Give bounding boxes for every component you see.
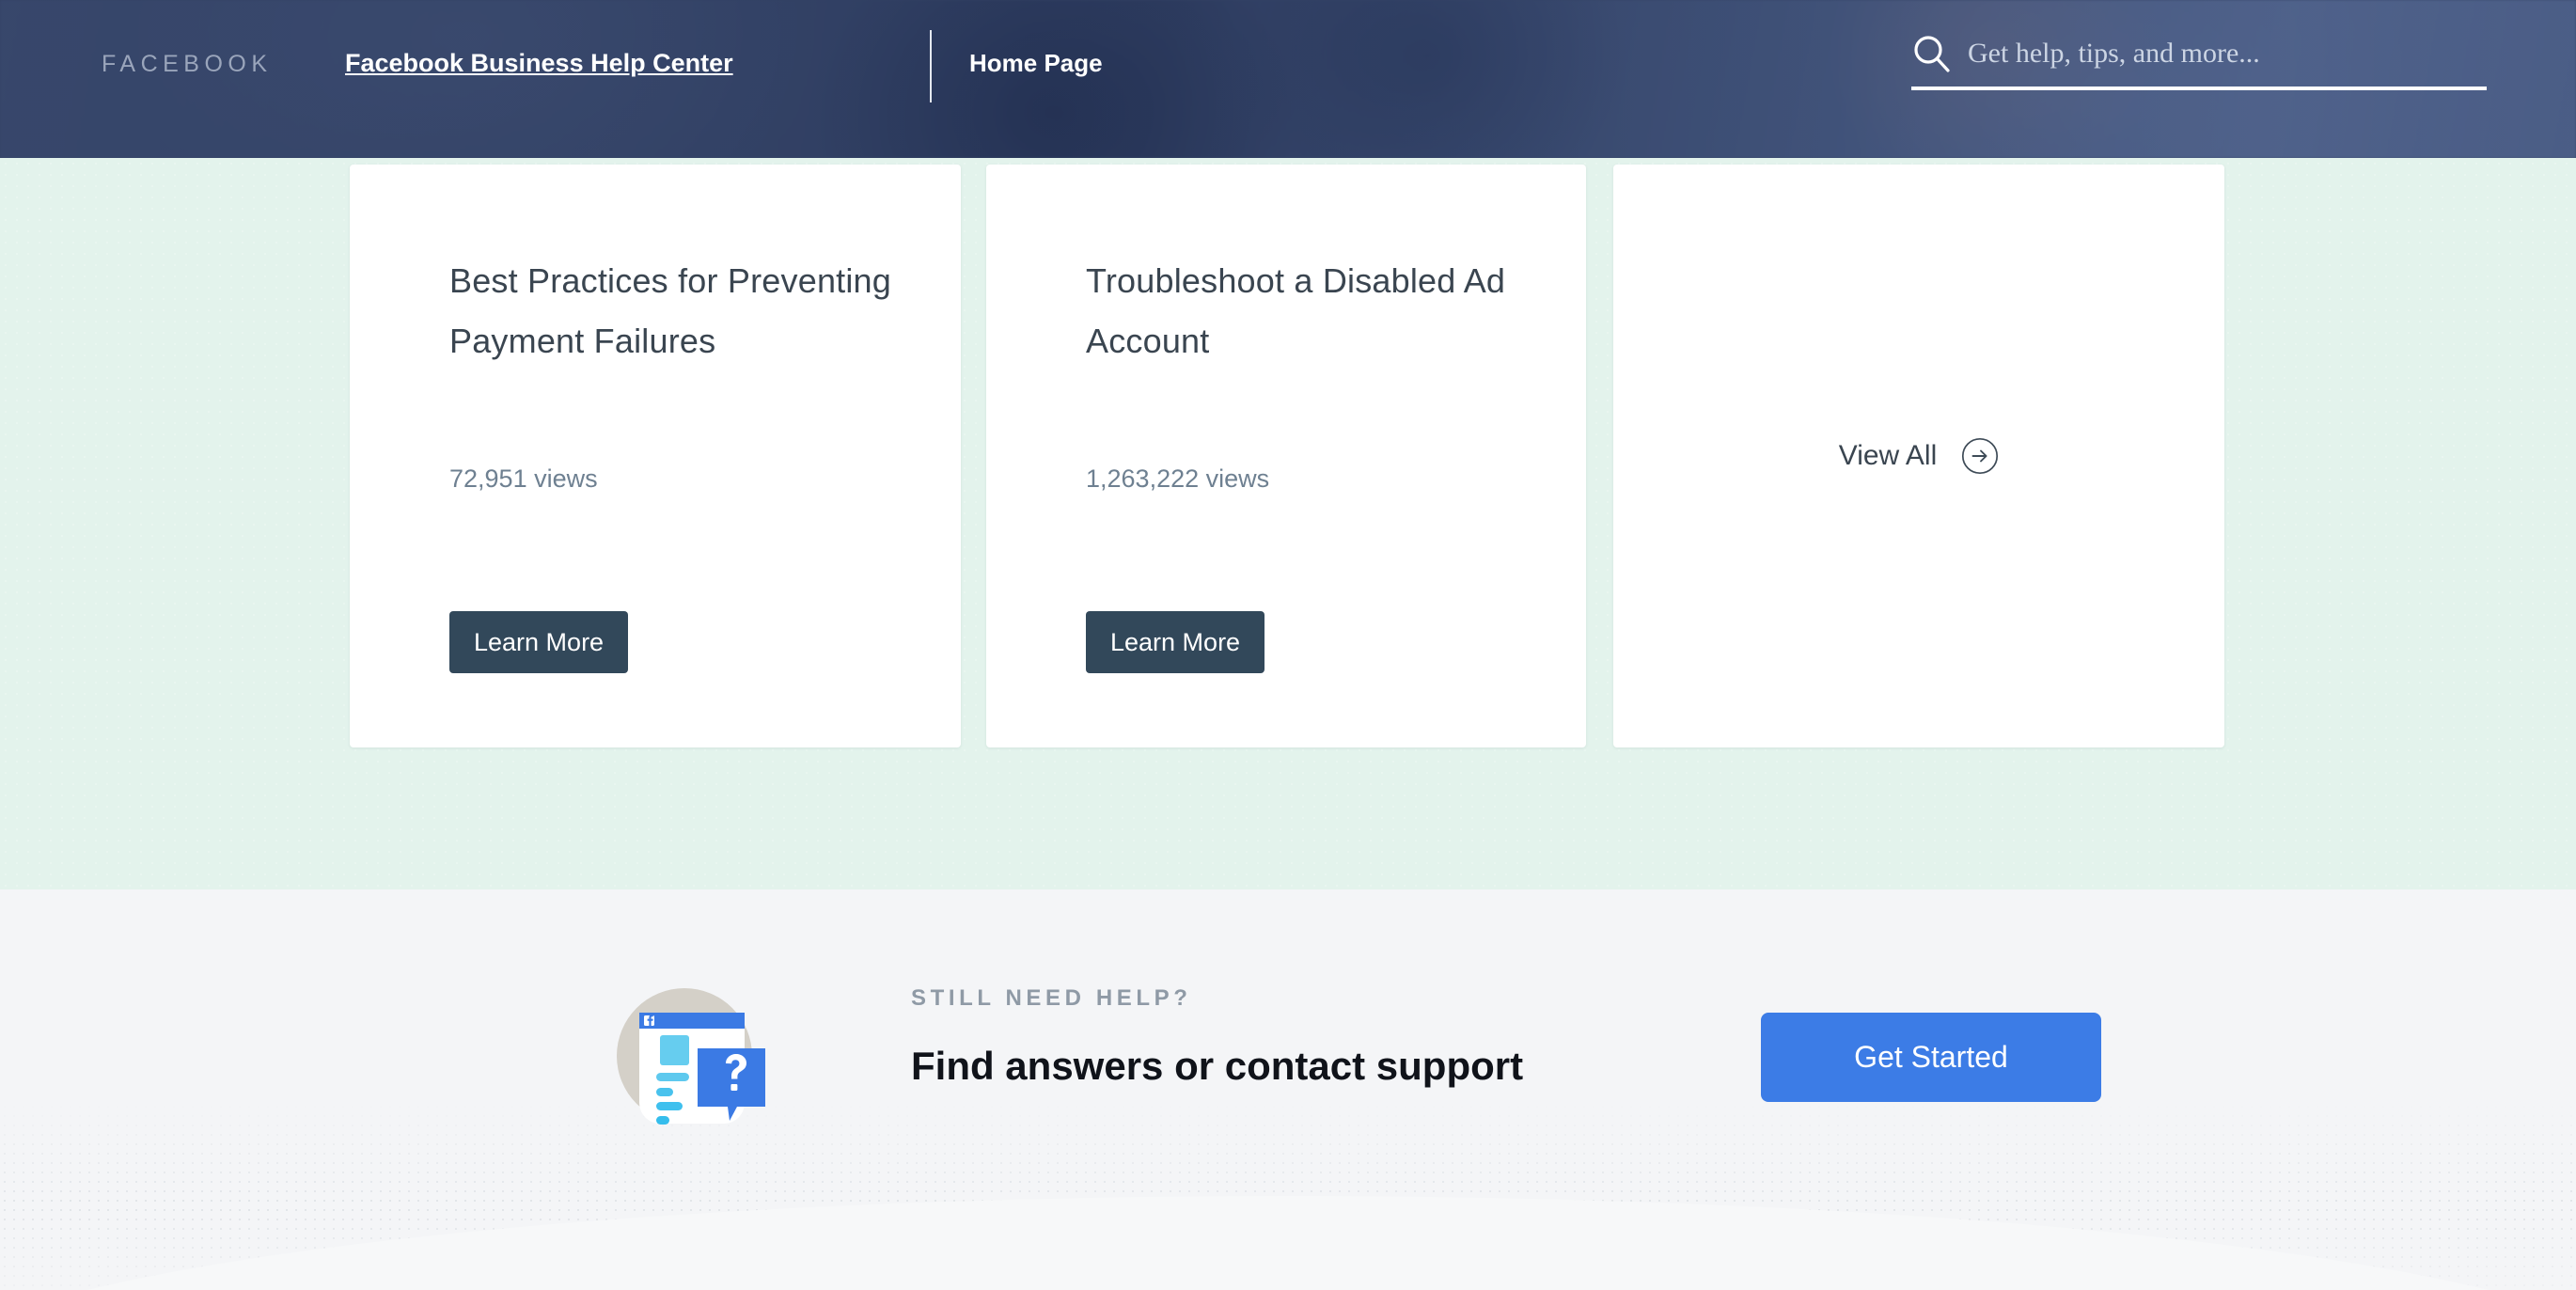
featured-articles-section: Best Practices for Preventing Payment Fa… (0, 158, 2576, 889)
get-started-button[interactable]: Get Started (1761, 1013, 2101, 1102)
view-all-link[interactable]: View All (1613, 165, 2224, 747)
learn-more-button[interactable]: Learn More (449, 611, 629, 673)
article-card[interactable]: Best Practices for Preventing Payment Fa… (350, 165, 961, 747)
site-title-link[interactable]: Facebook Business Help Center (345, 49, 733, 78)
page-root: FACEBOOK Facebook Business Help Center H… (0, 0, 2576, 1290)
header-content: FACEBOOK Facebook Business Help Center H… (0, 0, 2576, 158)
article-card[interactable]: Troubleshoot a Disabled Ad Account 1,263… (986, 165, 1586, 747)
card-title: Troubleshoot a Disabled Ad Account (1086, 261, 1506, 360)
facebook-wordmark: FACEBOOK (102, 51, 273, 77)
arrow-right-circle-icon (1961, 437, 1999, 475)
search-underline (1911, 87, 2487, 90)
site-header: FACEBOOK Facebook Business Help Center H… (0, 0, 2576, 158)
still-need-help-heading: Find answers or contact support (911, 1044, 1524, 1088)
help-browser-question-icon (607, 969, 784, 1144)
view-all-label: View All (1838, 440, 1938, 471)
header-nav-divider (930, 30, 932, 102)
search-input[interactable] (1968, 30, 2487, 77)
card-view-count: 1,263,222 views (1086, 464, 1270, 493)
learn-more-button[interactable]: Learn More (1086, 611, 1265, 673)
view-all-card[interactable]: View All (1613, 165, 2224, 747)
header-search[interactable] (1911, 28, 2487, 103)
card-view-count: 72,951 views (449, 464, 598, 493)
still-need-help-section (0, 889, 2576, 1290)
nav-link-home-page[interactable]: Home Page (969, 49, 1103, 78)
still-need-help-eyebrow: STILL NEED HELP? (911, 985, 1192, 1011)
search-icon (1911, 34, 1953, 75)
card-title: Best Practices for Preventing Payment Fa… (449, 261, 892, 360)
